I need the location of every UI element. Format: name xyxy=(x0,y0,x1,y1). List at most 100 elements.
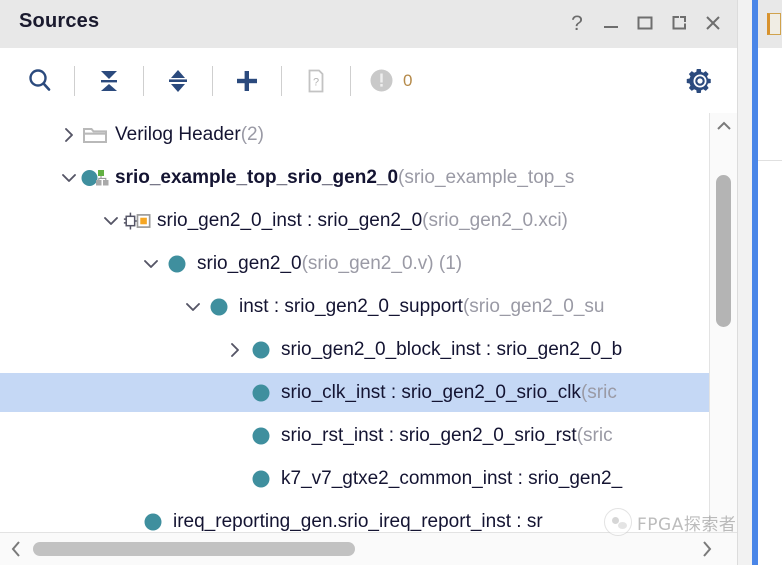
adjacent-panel-rule xyxy=(758,160,782,161)
tree-row-file: (srio_example_top_s xyxy=(398,167,575,188)
chevron-left-icon xyxy=(11,541,20,557)
tree-row-srio-gen2-0[interactable]: srio_gen2_0 (srio_gen2_0.v) (1) xyxy=(0,242,710,285)
tree-row-file: (sric xyxy=(576,425,613,446)
tree-row-srio-example-top[interactable]: srio_example_top_srio_gen2_0 (srio_examp… xyxy=(0,156,710,199)
help-document-icon: ? xyxy=(308,69,324,92)
horizontal-scrollbar[interactable] xyxy=(0,532,737,565)
window-controls: ? xyxy=(561,8,729,38)
tree-twisty-placeholder xyxy=(224,457,246,500)
watermark: FPGA探索者 xyxy=(604,508,736,536)
tree-row-srio-rst-inst[interactable]: srio_rst_inst : srio_gen2_0_srio_rst (sr… xyxy=(0,414,710,457)
module-icon xyxy=(162,242,192,285)
tree-row-label: srio_gen2_0_inst : srio_gen2_0 xyxy=(157,210,423,231)
tree-row-file: (2) xyxy=(240,124,264,145)
tree-expander[interactable] xyxy=(58,113,80,156)
float-window-icon xyxy=(672,16,686,30)
tree-row-srio-clk-inst[interactable]: srio_clk_inst : srio_gen2_0_srio_clk (sr… xyxy=(0,371,710,414)
horizontal-scroll-thumb[interactable] xyxy=(33,542,355,556)
close-button[interactable] xyxy=(697,8,729,38)
tree-expander[interactable] xyxy=(224,328,246,371)
tree-row-gtxe2-common-inst[interactable]: k7_v7_gtxe2_common_inst : srio_gen2_ xyxy=(0,457,710,500)
adjacent-panel xyxy=(758,0,782,565)
sources-tree: Verilog Header (2) srio_example_top_srio_… xyxy=(0,113,710,533)
page-title: Sources xyxy=(19,10,100,32)
tree-expander[interactable] xyxy=(58,156,80,199)
help-doc-button[interactable]: ? xyxy=(288,48,344,113)
expand-collapse-icon xyxy=(169,69,187,92)
question-mark-icon: ? xyxy=(571,11,583,35)
add-sources-button[interactable] xyxy=(219,48,275,113)
tree-row-verilog-header[interactable]: Verilog Header (2) xyxy=(0,113,710,156)
tree-expander[interactable] xyxy=(182,285,204,328)
folder-icon xyxy=(83,127,107,143)
module-icon xyxy=(246,457,276,500)
svg-text:?: ? xyxy=(313,76,319,88)
tree-twisty-placeholder xyxy=(116,500,138,533)
vertical-scrollbar[interactable] xyxy=(709,113,737,533)
module-icon xyxy=(252,427,270,444)
tree-row-label: ireq_reporting_gen.srio_ireq_report_inst… xyxy=(173,511,543,532)
sources-panel-screenshot: Sources ? ? 0 Verilog Header (2) srio_ex… xyxy=(0,0,782,565)
folder-icon xyxy=(80,113,110,156)
chevron-down-icon xyxy=(104,216,118,225)
module-icon xyxy=(252,384,270,401)
chevron-right-icon xyxy=(703,541,712,557)
module-icon xyxy=(210,298,228,315)
toolbar-separator xyxy=(350,65,351,96)
tree-row-label: srio_clk_inst : srio_gen2_0_srio_clk xyxy=(281,382,581,403)
tree-row-file: (srio_gen2_0.xci) xyxy=(422,210,568,231)
close-icon xyxy=(706,16,720,30)
collapse-all-icon xyxy=(101,70,117,91)
tree-row-label: srio_gen2_0 xyxy=(197,253,302,274)
tree-row-srio-gen2-0-inst[interactable]: srio_gen2_0_inst : srio_gen2_0 (srio_gen… xyxy=(0,199,710,242)
search-button[interactable] xyxy=(12,48,68,113)
float-button[interactable] xyxy=(663,8,695,38)
tree-row-inst-support[interactable]: inst : srio_gen2_0_support (srio_gen2_0_… xyxy=(0,285,710,328)
messages-count: 0 xyxy=(403,70,413,90)
chevron-down-icon xyxy=(144,259,158,268)
tree-expander[interactable] xyxy=(100,199,122,242)
toolbar-separator xyxy=(281,65,282,96)
tree-row-file: (srio_gen2_0.v) (1) xyxy=(301,253,463,274)
tree-row-block-inst[interactable]: srio_gen2_0_block_inst : srio_gen2_0_b xyxy=(0,328,710,371)
tree-row-file: (sric xyxy=(580,382,617,403)
sources-tree-viewport[interactable]: Verilog Header (2) srio_example_top_srio_… xyxy=(0,113,737,533)
watermark-text: FPGA探索者 xyxy=(637,514,737,535)
tree-row-file: (srio_gen2_0_su xyxy=(462,296,605,317)
tree-row-label: srio_rst_inst : srio_gen2_0_srio_rst xyxy=(281,425,577,446)
messages-indicator[interactable]: 0 xyxy=(357,68,412,93)
search-icon xyxy=(29,68,51,91)
module-icon xyxy=(138,500,168,533)
chevron-down-icon xyxy=(186,302,200,311)
plus-icon xyxy=(237,70,257,91)
scroll-left-button[interactable] xyxy=(4,533,28,565)
settings-button[interactable] xyxy=(677,48,723,113)
maximize-button[interactable] xyxy=(629,8,661,38)
collapse-all-button[interactable] xyxy=(81,48,137,113)
minimize-icon xyxy=(604,26,618,28)
tree-row-label: inst : srio_gen2_0_support xyxy=(239,296,463,317)
warning-circle-icon xyxy=(370,69,393,92)
module-icon xyxy=(252,341,270,358)
tree-row-label: k7_v7_gtxe2_common_inst : srio_gen2_ xyxy=(281,468,623,489)
tree-expander[interactable] xyxy=(140,242,162,285)
scroll-up-button[interactable] xyxy=(710,113,737,139)
help-button[interactable]: ? xyxy=(561,8,593,38)
adjacent-panel-icon xyxy=(767,13,781,35)
module-icon xyxy=(252,470,270,487)
expand-collapse-button[interactable] xyxy=(150,48,206,113)
toolbar-separator xyxy=(74,65,75,96)
minimize-button[interactable] xyxy=(595,8,627,38)
toolbar-separator xyxy=(212,65,213,96)
scroll-right-button[interactable] xyxy=(695,533,719,565)
sources-toolbar: ? 0 xyxy=(0,48,737,114)
vertical-scroll-track[interactable] xyxy=(710,139,737,533)
gear-icon xyxy=(686,68,711,93)
module-icon xyxy=(144,513,162,530)
maximize-icon xyxy=(637,16,653,30)
module-icon xyxy=(246,371,276,414)
vertical-scroll-thumb[interactable] xyxy=(716,175,731,327)
tree-row-label: srio_example_top_srio_gen2_0 xyxy=(115,167,399,188)
chevron-right-icon xyxy=(231,342,239,357)
panel-gap-strip xyxy=(737,0,753,565)
